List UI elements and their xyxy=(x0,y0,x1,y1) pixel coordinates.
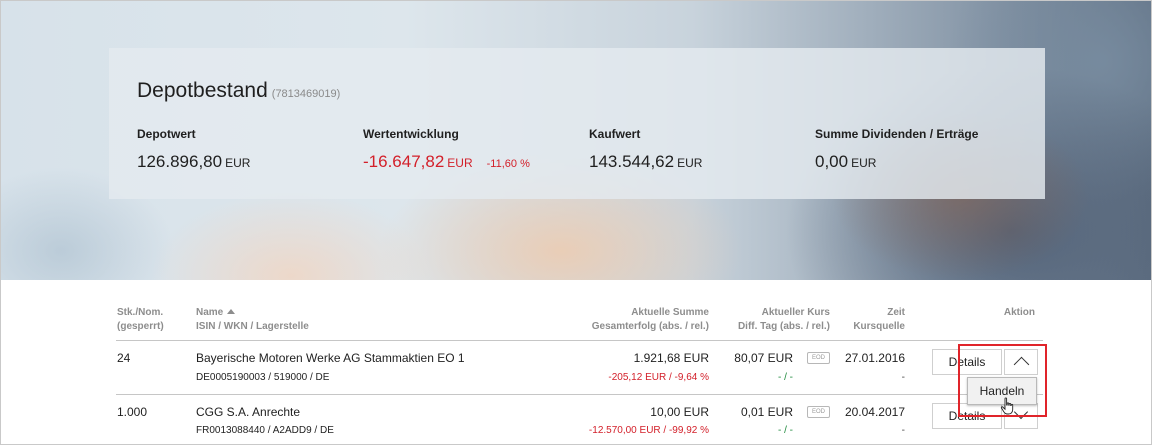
kpi-label: Wertentwicklung xyxy=(363,127,459,141)
depot-title: Depotbestand xyxy=(137,79,268,102)
row-divider xyxy=(116,394,1043,395)
column-header-name[interactable]: Name ISIN / WKN / Lagerstelle xyxy=(196,306,309,334)
row-diff: - / - xyxy=(778,425,793,436)
row-ids: DE0005190003 / 519000 / DE xyxy=(196,372,330,383)
row-qty: 1.000 xyxy=(117,405,148,419)
kpi-currency: EUR xyxy=(851,156,877,170)
table-header-divider xyxy=(116,340,1043,341)
header-line: Zeit xyxy=(887,307,905,318)
column-header-qty: Stk./Nom. (gesperrt) xyxy=(117,306,164,334)
kpi-depotwert: Depotwert 126.896,80 EUR xyxy=(137,127,250,172)
header-line: ISIN / WKN / Lagerstelle xyxy=(196,321,309,332)
kpi-value: 143.544,62 EUR xyxy=(589,152,702,172)
kpi-currency: EUR xyxy=(225,156,251,170)
eod-badge: EOD xyxy=(807,352,830,364)
kpi-label: Depotwert xyxy=(137,127,196,141)
eod-badge: EOD xyxy=(807,406,830,418)
header-line: Gesamterfolg (abs. / rel.) xyxy=(591,321,709,332)
kpi-value: 126.896,80 EUR xyxy=(137,152,250,172)
hero-banner: Depotbestand (7813469019) Depotwert 126.8… xyxy=(1,1,1151,280)
page-title: Depotbestand (7813469019) xyxy=(137,79,340,103)
kpi-value: 0,00 EUR xyxy=(815,152,978,172)
kpi-label: Summe Dividenden / Erträge xyxy=(815,127,979,141)
column-header-price: Aktueller Kurs Diff. Tag (abs. / rel.) xyxy=(738,306,830,334)
header-line: Stk./Nom. xyxy=(117,307,164,318)
account-number: (7813469019) xyxy=(271,88,341,100)
row-name[interactable]: CGG S.A. Anrechte xyxy=(196,405,300,419)
row-source: - xyxy=(901,425,905,436)
hand-cursor-icon xyxy=(1000,397,1014,415)
column-header-action: Aktion xyxy=(1004,306,1035,320)
header-line: Aktuelle Summe xyxy=(631,307,709,318)
row-qty: 24 xyxy=(117,351,131,365)
sort-ascending-icon[interactable] xyxy=(227,309,236,314)
row-price: 80,07 EUR xyxy=(734,351,793,365)
kpi-label: Kaufwert xyxy=(589,127,641,141)
header-line[interactable]: Name xyxy=(196,306,309,320)
kpi-amount: 143.544,62 xyxy=(589,152,675,171)
row-gain: -205,12 EUR / -9,64 % xyxy=(608,372,709,383)
kpi-amount: 126.896,80 xyxy=(137,152,223,171)
row-date: 20.04.2017 xyxy=(844,405,905,419)
header-line: Aktion xyxy=(1003,307,1035,318)
row-date: 27.01.2016 xyxy=(844,351,905,365)
kpi-percent: -11,60 % xyxy=(486,158,530,170)
row-ids: FR0013088440 / A2ADD9 / DE xyxy=(196,425,334,436)
header-line: Aktueller Kurs xyxy=(761,307,830,318)
row-price: 0,01 EUR xyxy=(740,405,793,419)
header-line: Kursquelle xyxy=(853,321,905,332)
row-sum: 1.921,68 EUR xyxy=(633,351,709,365)
kpi-currency: EUR xyxy=(447,156,473,170)
sort-label[interactable]: Name xyxy=(196,307,223,318)
column-header-time: Zeit Kursquelle xyxy=(853,306,905,334)
row-name[interactable]: Bayerische Motoren Werke AG Stammaktien … xyxy=(196,351,465,365)
header-line: Diff. Tag (abs. / rel.) xyxy=(737,321,830,332)
header-line: (gesperrt) xyxy=(117,321,164,332)
kpi-currency: EUR xyxy=(677,156,703,170)
page-frame: Depotbestand (7813469019) Depotwert 126.8… xyxy=(0,0,1152,445)
depot-summary-panel: Depotbestand (7813469019) Depotwert 126.8… xyxy=(109,48,1045,199)
kpi-amount: 0,00 xyxy=(815,152,849,171)
row-sum: 10,00 EUR xyxy=(650,405,709,419)
kpi-wertentwicklung: Wertentwicklung -16.647,82 EUR -11,60 % xyxy=(363,127,530,172)
row-gain: -12.570,00 EUR / -99,92 % xyxy=(588,425,709,436)
column-header-sum: Aktuelle Summe Gesamterfolg (abs. / rel.… xyxy=(592,306,709,334)
kpi-amount: -16.647,82 xyxy=(363,152,445,171)
row-diff: - / - xyxy=(778,372,793,383)
kpi-value: -16.647,82 EUR -11,60 % xyxy=(363,152,530,172)
row-source: - xyxy=(901,372,905,383)
kpi-dividenden: Summe Dividenden / Erträge 0,00 EUR xyxy=(815,127,978,172)
kpi-kaufwert: Kaufwert 143.544,62 EUR xyxy=(589,127,702,172)
